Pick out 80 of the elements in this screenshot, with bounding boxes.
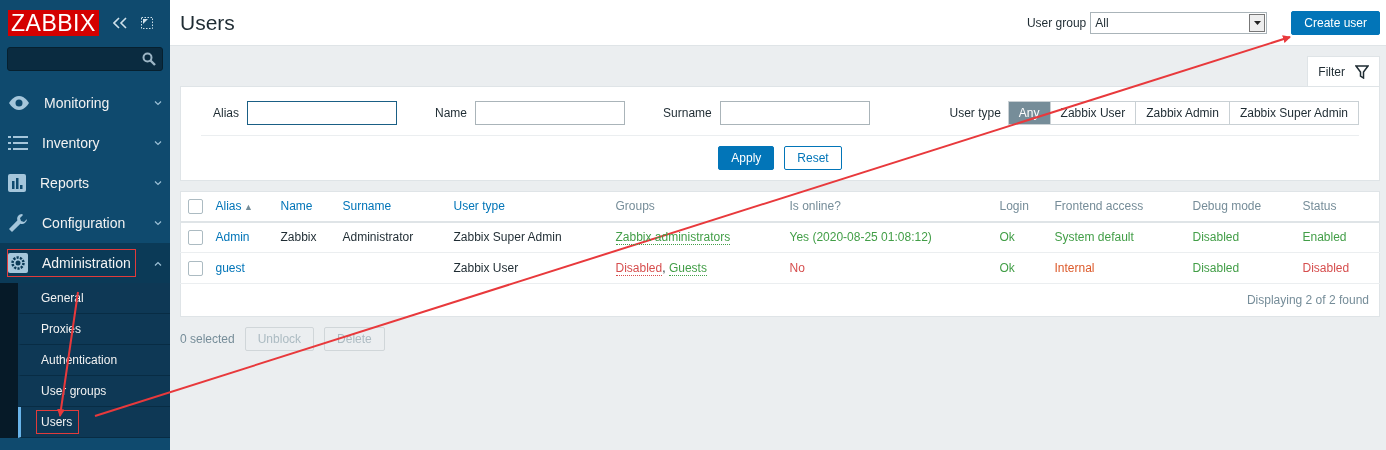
fullscreen-icon[interactable] xyxy=(140,17,153,29)
user-type-option[interactable]: Zabbix Admin xyxy=(1135,101,1230,125)
menu-label: Configuration xyxy=(42,215,126,231)
column-header[interactable]: Surname xyxy=(342,199,392,214)
page-title: Users xyxy=(180,10,235,35)
column-header: Groups xyxy=(615,199,655,214)
user-type-option[interactable]: Any xyxy=(1007,101,1051,125)
column-header[interactable]: User type xyxy=(453,199,505,214)
summary-text: Displaying 2 of 2 found xyxy=(1246,293,1369,307)
user-link[interactable]: Admin xyxy=(215,230,250,245)
status-text: Ok xyxy=(999,261,1015,275)
table-cell: Zabbix Super Admin xyxy=(453,230,562,245)
checkbox[interactable] xyxy=(188,260,203,276)
user-group-label: User group xyxy=(1026,15,1087,30)
separator: , xyxy=(662,261,667,275)
column-header: Is online? xyxy=(789,199,841,214)
menu-item[interactable]: Configuration xyxy=(0,203,170,243)
dropdown-arrow-icon xyxy=(1253,20,1261,25)
table-cell: Zabbix xyxy=(280,230,317,245)
apply-button[interactable]: Apply xyxy=(718,146,775,170)
chevron-icon xyxy=(154,100,162,106)
chevron-icon xyxy=(154,260,162,266)
status-text: Ok xyxy=(999,230,1015,245)
chevron-icon xyxy=(154,180,162,186)
user-type-option[interactable]: Zabbix Super Admin xyxy=(1228,101,1359,125)
wrench-icon xyxy=(8,213,28,233)
bar-chart-icon xyxy=(8,174,26,192)
reset-button[interactable]: Reset xyxy=(784,146,842,170)
zabbix-logo[interactable]: ZABBIX xyxy=(8,10,99,36)
text-field[interactable] xyxy=(247,101,397,125)
chevron-icon xyxy=(154,140,162,146)
text-field[interactable] xyxy=(719,101,870,125)
menu-item[interactable]: Monitoring xyxy=(0,83,170,123)
table-cell: Zabbix User xyxy=(453,261,519,275)
user-group-select[interactable]: All xyxy=(1090,11,1268,34)
group-link[interactable]: Guests xyxy=(668,261,707,276)
table-cell: Administrator xyxy=(342,230,414,245)
checkbox[interactable] xyxy=(188,198,203,214)
column-header: Login xyxy=(999,199,1029,214)
filter-tab[interactable]: Filter xyxy=(1307,56,1380,86)
user-link[interactable]: guest xyxy=(215,261,245,275)
submenu-item[interactable]: Users xyxy=(18,407,170,438)
menu-label: Inventory xyxy=(42,135,100,151)
list-icon xyxy=(8,136,28,150)
field-label: Name xyxy=(435,106,468,120)
menu-item[interactable]: Administration xyxy=(0,243,170,283)
collapse-icon[interactable] xyxy=(112,17,127,29)
status-text: Disabled xyxy=(1192,261,1240,275)
eye-icon xyxy=(8,96,30,110)
search-field[interactable] xyxy=(7,47,163,71)
status-text: Internal xyxy=(1054,261,1095,275)
column-header: Status xyxy=(1302,199,1337,214)
column-header: Debug mode xyxy=(1192,199,1262,214)
menu-item[interactable]: Inventory xyxy=(0,123,170,163)
status-text: No xyxy=(789,261,805,275)
status-text: Disabled xyxy=(1192,230,1240,245)
status-text: Disabled xyxy=(1302,261,1350,275)
group-link[interactable]: Zabbix administrators xyxy=(615,230,731,246)
search-icon xyxy=(142,52,156,66)
selected-count: 0 selected xyxy=(180,332,235,346)
status-text: Yes (2020-08-25 01:08:12) xyxy=(789,230,932,245)
menu-label: Administration xyxy=(42,255,131,271)
column-header[interactable]: Name xyxy=(280,199,313,214)
checkbox[interactable] xyxy=(188,229,203,245)
field-label: User type xyxy=(949,106,1001,120)
status-text: Enabled xyxy=(1302,230,1347,245)
menu-label: Monitoring xyxy=(44,95,110,111)
status-text: System default xyxy=(1054,230,1134,245)
create-user-button[interactable]: Create user xyxy=(1291,10,1380,35)
gear-icon xyxy=(8,253,28,273)
column-header: Frontend access xyxy=(1054,199,1144,214)
chevron-icon xyxy=(154,220,162,226)
field-label: Surname xyxy=(663,106,712,120)
field-label: Alias xyxy=(213,106,239,120)
menu-item[interactable]: Reports xyxy=(0,163,170,203)
menu-label: Reports xyxy=(40,175,90,191)
column-header[interactable]: Alias ▲ xyxy=(215,199,253,214)
filter-icon xyxy=(1355,64,1369,79)
user-type-option[interactable]: Zabbix User xyxy=(1049,101,1137,125)
text-field[interactable] xyxy=(475,101,626,125)
